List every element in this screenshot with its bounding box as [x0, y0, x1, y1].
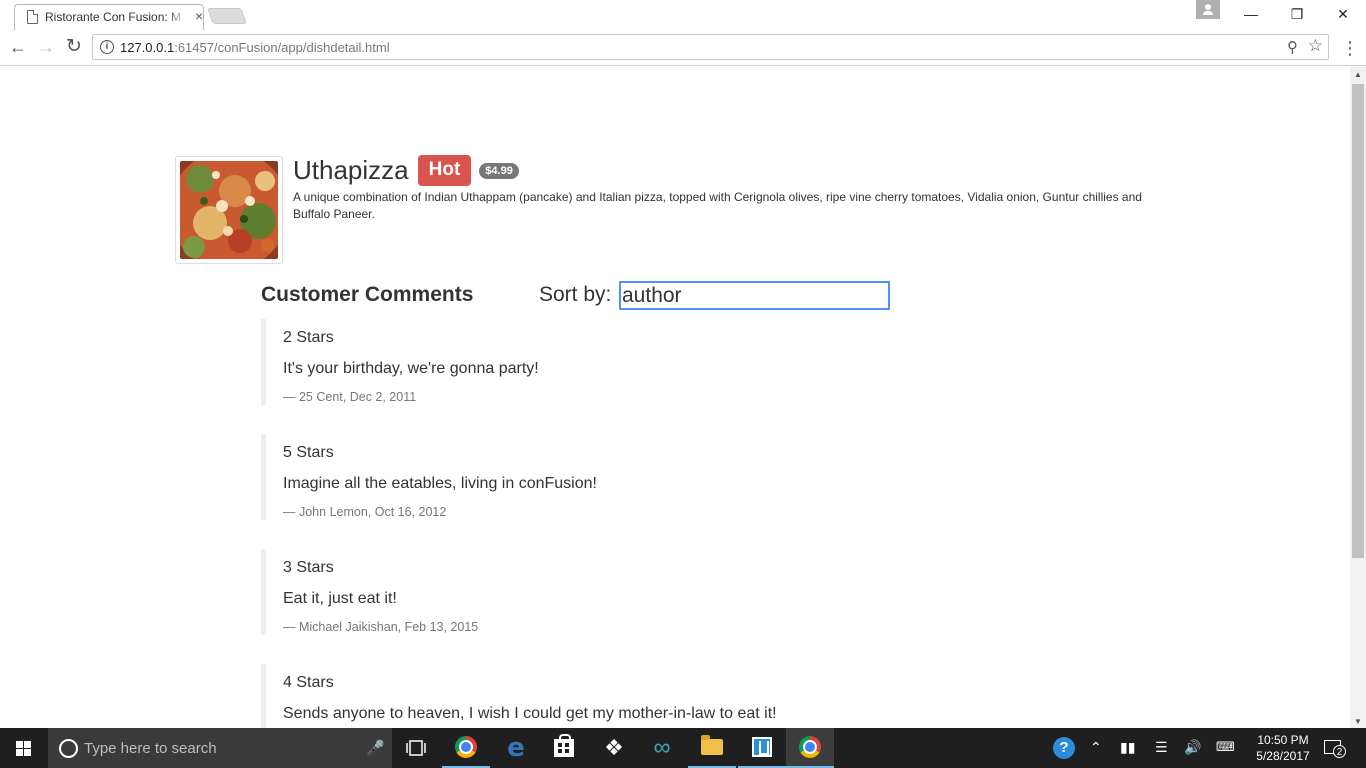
app-taskbar-icon[interactable]: [738, 728, 786, 768]
dropbox-icon: ❖: [604, 735, 624, 760]
reload-icon[interactable]: ↻: [64, 37, 84, 57]
page-icon: [27, 10, 38, 24]
infinity-icon: ∞: [653, 734, 671, 761]
dropbox-taskbar-icon[interactable]: ❖: [590, 728, 638, 768]
notification-count: 2: [1333, 745, 1346, 758]
keyboard-icon[interactable]: ⌨: [1216, 739, 1235, 755]
sort-input[interactable]: [619, 281, 890, 310]
comment-item: 2 Stars It's your birthday, we're gonna …: [261, 319, 961, 405]
comment-rating: 4 Stars: [283, 674, 334, 691]
comment-author-date: 25 Cent, Dec 2, 2011: [283, 389, 961, 405]
search-placeholder: Type here to search: [84, 740, 217, 757]
profile-icon[interactable]: [1196, 0, 1220, 19]
browser-toolbar: ← → ↻ i 127.0.0.1:61457/conFusion/app/di…: [0, 30, 1366, 66]
chrome-active-taskbar-icon[interactable]: [786, 728, 834, 768]
page-scrollbar[interactable]: ▲ ▼: [1350, 67, 1366, 728]
scroll-up-icon[interactable]: ▲: [1354, 70, 1362, 79]
menu-icon[interactable]: ⋮: [1341, 38, 1359, 58]
comment-rating: 2 Stars: [283, 329, 334, 346]
comment-item: 4 Stars Sends anyone to heaven, I wish I…: [261, 664, 961, 728]
zoom-icon[interactable]: ⚲: [1287, 38, 1298, 56]
task-view-icon[interactable]: [392, 728, 440, 768]
pizza-image: [180, 161, 278, 259]
restore-button[interactable]: ❐: [1274, 0, 1320, 28]
scroll-thumb[interactable]: [1352, 84, 1364, 558]
comment-author-date: Michael Jaikishan, Feb 13, 2015: [283, 619, 961, 635]
url-path: :61457/conFusion/app/dishdetail.html: [174, 40, 390, 55]
browser-tab[interactable]: Ristorante Con Fusion: M ×: [14, 4, 204, 31]
comment-rating: 3 Stars: [283, 559, 334, 576]
tab-strip: Ristorante Con Fusion: M × — ❐ ✕: [0, 0, 1366, 31]
info-icon[interactable]: i: [100, 40, 114, 54]
url-text[interactable]: 127.0.0.1:61457/conFusion/app/dishdetail…: [120, 40, 390, 55]
tab-title: Ristorante Con Fusion: M: [45, 10, 187, 24]
chrome-icon: [799, 736, 821, 758]
dish-name: Uthapizza: [293, 155, 409, 185]
taskbar: Type here to search 🎤 e ❖ ∞ ? ⌃ ▮▮ ☰ 🔊 ⌨…: [0, 728, 1366, 768]
edge-taskbar-icon[interactable]: e: [492, 728, 540, 768]
notification-icon[interactable]: 2: [1324, 738, 1346, 758]
volume-icon[interactable]: 🔊: [1184, 739, 1201, 756]
taskbar-clock[interactable]: 10:50 PM 5/28/2017: [1248, 732, 1318, 764]
url-host: 127.0.0.1: [120, 40, 175, 55]
dish-heading: Uthapizza Hot $4.99: [293, 155, 519, 186]
comments-heading: Customer Comments: [261, 283, 474, 306]
taskbar-search[interactable]: Type here to search 🎤: [48, 728, 392, 768]
comment-item: 5 Stars Imagine all the eatables, living…: [261, 434, 961, 520]
file-explorer-taskbar-icon[interactable]: [688, 728, 736, 768]
price-badge: $4.99: [479, 162, 519, 179]
store-icon: [554, 734, 574, 757]
store-taskbar-icon[interactable]: [540, 728, 588, 768]
window-controls: — ❐ ✕: [1228, 0, 1366, 28]
comment-rating: 5 Stars: [283, 444, 334, 461]
microphone-icon[interactable]: 🎤: [366, 739, 385, 757]
chrome-taskbar-icon[interactable]: [442, 728, 490, 768]
battery-icon[interactable]: ▮▮: [1120, 739, 1135, 756]
help-icon[interactable]: ?: [1053, 737, 1075, 759]
back-icon[interactable]: ←: [8, 37, 28, 57]
hot-label: Hot: [417, 155, 472, 186]
start-button[interactable]: [0, 728, 48, 768]
comment-item: 3 Stars Eat it, just eat it! Michael Jai…: [261, 549, 961, 635]
sort-label: Sort by:: [539, 283, 612, 306]
app-icon: [752, 737, 772, 757]
folder-icon: [701, 735, 723, 755]
minimize-button[interactable]: —: [1228, 0, 1274, 28]
comment-author-date: John Lemon, Oct 16, 2012: [283, 504, 961, 520]
arduino-taskbar-icon[interactable]: ∞: [638, 728, 686, 768]
edge-icon: e: [507, 733, 525, 763]
dish-thumbnail: [175, 156, 283, 264]
cortana-icon: [59, 739, 78, 758]
forward-icon[interactable]: →: [36, 37, 56, 57]
comment-text: It's your birthday, we're gonna party!: [283, 360, 539, 377]
dish-description: A unique combination of Indian Uthappam …: [293, 190, 1142, 221]
comment-text: Sends anyone to heaven, I wish I could g…: [283, 705, 777, 722]
scroll-down-icon[interactable]: ▼: [1354, 717, 1362, 726]
new-tab-button[interactable]: [207, 8, 247, 24]
close-button[interactable]: ✕: [1320, 0, 1366, 28]
address-bar[interactable]: i 127.0.0.1:61457/conFusion/app/dishdeta…: [92, 34, 1329, 60]
bookmark-star-icon[interactable]: ☆: [1308, 36, 1323, 56]
windows-icon: [16, 741, 32, 756]
tab-close-icon[interactable]: ×: [195, 8, 203, 24]
clock-time: 10:50 PM: [1257, 733, 1309, 747]
page-viewport: Uthapizza Hot $4.99 A unique combination…: [0, 67, 1350, 728]
comment-text: Imagine all the eatables, living in conF…: [283, 475, 597, 492]
comment-text: Eat it, just eat it!: [283, 590, 397, 607]
wifi-icon[interactable]: ☰: [1155, 739, 1168, 756]
clock-date: 5/28/2017: [1256, 749, 1310, 763]
chrome-icon: [455, 736, 477, 758]
chevron-up-icon[interactable]: ⌃: [1090, 739, 1102, 756]
